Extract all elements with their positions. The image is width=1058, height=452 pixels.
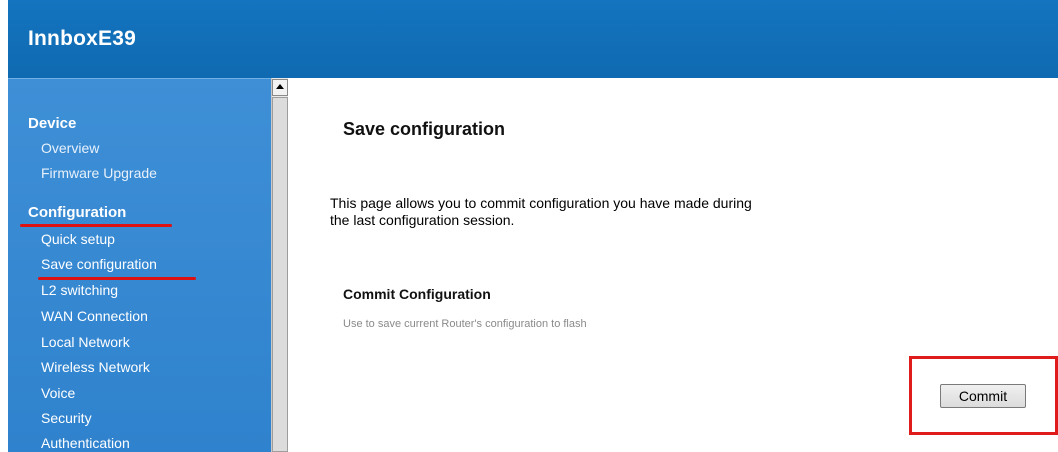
save-configuration-underline-annotation	[38, 277, 196, 280]
sidebar-item-voice[interactable]: Voice	[41, 385, 75, 401]
scroll-up-arrow-icon[interactable]	[272, 79, 288, 96]
sidebar-nav: Device Overview Firmware Upgrade Configu…	[8, 78, 271, 452]
configuration-underline-annotation	[20, 224, 172, 227]
app-title: InnboxE39	[28, 27, 136, 50]
sidebar-scrollbar[interactable]	[271, 78, 288, 452]
app-header: InnboxE39	[8, 0, 1058, 78]
sidebar-item-wireless-network[interactable]: Wireless Network	[41, 359, 150, 375]
sidebar-section-configuration[interactable]: Configuration	[28, 204, 126, 221]
sidebar-item-quick-setup[interactable]: Quick setup	[41, 231, 115, 247]
sidebar-item-overview[interactable]: Overview	[41, 140, 99, 156]
commit-button[interactable]: Commit	[940, 384, 1026, 408]
commit-configuration-note: Use to save current Router's configurati…	[343, 318, 587, 330]
scrollbar-thumb[interactable]	[272, 97, 288, 452]
sidebar-item-firmware-upgrade[interactable]: Firmware Upgrade	[41, 165, 157, 181]
commit-configuration-heading: Commit Configuration	[343, 286, 491, 302]
sidebar-item-save-configuration[interactable]: Save configuration	[41, 256, 157, 272]
sidebar-item-l2-switching[interactable]: L2 switching	[41, 282, 118, 298]
sidebar-item-authentication[interactable]: Authentication	[41, 435, 130, 451]
page-title: Save configuration	[343, 119, 506, 139]
left-edge	[0, 0, 8, 452]
page-description: This page allows you to commit configura…	[330, 195, 752, 228]
sidebar-section-device[interactable]: Device	[28, 115, 76, 132]
sidebar-item-local-network[interactable]: Local Network	[41, 334, 130, 350]
sidebar-item-security[interactable]: Security	[41, 410, 92, 426]
sidebar-item-wan-connection[interactable]: WAN Connection	[41, 308, 148, 324]
